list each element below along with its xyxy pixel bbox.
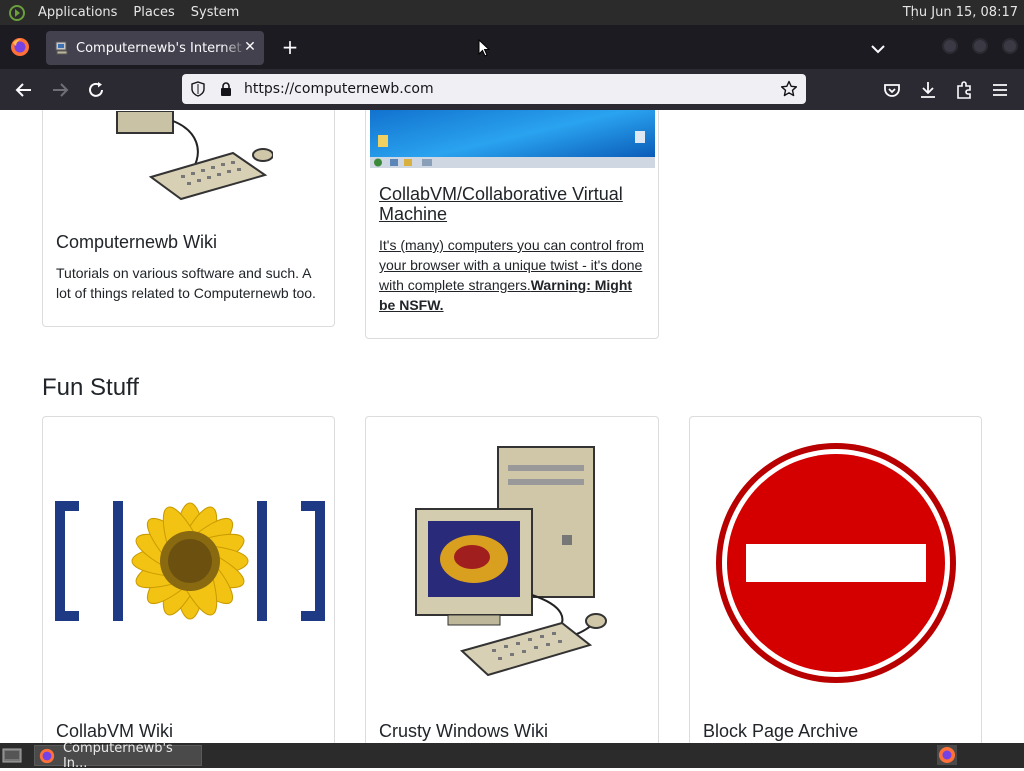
clock[interactable]: Thu Jun 15, 08:17 — [903, 0, 1018, 25]
card-title: Block Page Archive — [703, 721, 859, 741]
card-title: Crusty Windows Wiki — [379, 721, 549, 741]
card-computernewb-wiki[interactable]: Computernewb Wiki Tutorials on various s… — [42, 110, 335, 327]
window-minimize-button[interactable] — [942, 38, 958, 54]
card-collabvm-wiki[interactable]: CollabVM Wiki — [42, 416, 335, 743]
taskbar-task-label: Computernewb's In... — [62, 740, 173, 771]
no-entry-sign-image — [716, 443, 956, 683]
taskbar-firefox-window[interactable]: Computernewb's In... — [34, 741, 202, 771]
bottom-taskbar: Computernewb's In... — [0, 741, 1024, 771]
lock-icon[interactable] — [218, 81, 234, 97]
tracking-protection-shield-icon[interactable] — [190, 81, 206, 97]
retro-computer-image — [415, 446, 607, 677]
card-collabvm[interactable]: CollabVM/Collaborative Virtual Machine I… — [365, 110, 659, 339]
top-panel: Applications Places System Thu Jun 15, 0… — [0, 0, 1024, 25]
list-all-tabs-icon[interactable] — [866, 37, 890, 61]
mouse-cursor-icon — [478, 39, 490, 57]
window-close-button[interactable] — [1002, 38, 1018, 54]
url-text[interactable]: https://computernewb.com — [244, 74, 434, 104]
firefox-icon — [939, 747, 955, 763]
url-bar[interactable]: https://computernewb.com — [182, 74, 806, 104]
distro-logo-icon[interactable] — [8, 4, 26, 22]
tray-firefox[interactable] — [937, 745, 957, 765]
retro-computer-image — [116, 111, 273, 201]
menu-hamburger-icon[interactable] — [988, 78, 1012, 102]
tab-computernewb[interactable]: Computernewb's Internet Pl ✕ — [46, 31, 264, 65]
navigation-toolbar: https://computernewb.com — [0, 69, 1024, 110]
bookmark-star-icon[interactable] — [780, 80, 798, 98]
card-title: CollabVM Wiki — [56, 721, 174, 741]
window-maximize-button[interactable] — [972, 38, 988, 54]
tab-close-icon[interactable]: ✕ — [242, 39, 258, 55]
system-menu[interactable]: System — [183, 0, 247, 25]
collabvm-title-link[interactable]: CollabVM/Collaborative Virtual Machine — [379, 184, 641, 224]
places-menu[interactable]: Places — [125, 0, 182, 25]
applications-menu[interactable]: Applications — [30, 0, 125, 25]
card-title: Computernewb Wiki — [56, 232, 218, 252]
new-tab-button[interactable]: + — [278, 36, 302, 60]
forward-icon[interactable] — [48, 78, 72, 102]
firefox-icon — [39, 748, 55, 763]
extensions-icon[interactable] — [952, 78, 976, 102]
windows-desktop-screenshot-image — [370, 110, 655, 168]
reload-icon[interactable] — [84, 78, 108, 102]
card-crusty-windows-wiki[interactable]: Crusty Windows Wiki — [365, 416, 659, 743]
card-description: Tutorials on various software and such. … — [56, 265, 316, 301]
firefox-icon[interactable] — [10, 37, 30, 57]
tab-title: Computernewb's Internet Pl — [76, 40, 248, 56]
back-icon[interactable] — [12, 78, 36, 102]
tab-strip: Computernewb's Internet Pl ✕ + — [0, 25, 1024, 69]
pocket-icon[interactable] — [880, 78, 904, 102]
sunflower-logo-image — [55, 501, 325, 621]
section-heading-fun-stuff: Fun Stuff — [42, 374, 139, 401]
downloads-icon[interactable] — [916, 78, 940, 102]
page-content: Computernewb Wiki Tutorials on various s… — [0, 110, 1024, 743]
card-description: It's (many) computers you can control fr… — [379, 235, 651, 315]
card-block-page-archive[interactable]: Block Page Archive — [689, 416, 982, 743]
show-desktop-icon[interactable] — [2, 747, 22, 764]
site-favicon-icon — [55, 41, 68, 55]
